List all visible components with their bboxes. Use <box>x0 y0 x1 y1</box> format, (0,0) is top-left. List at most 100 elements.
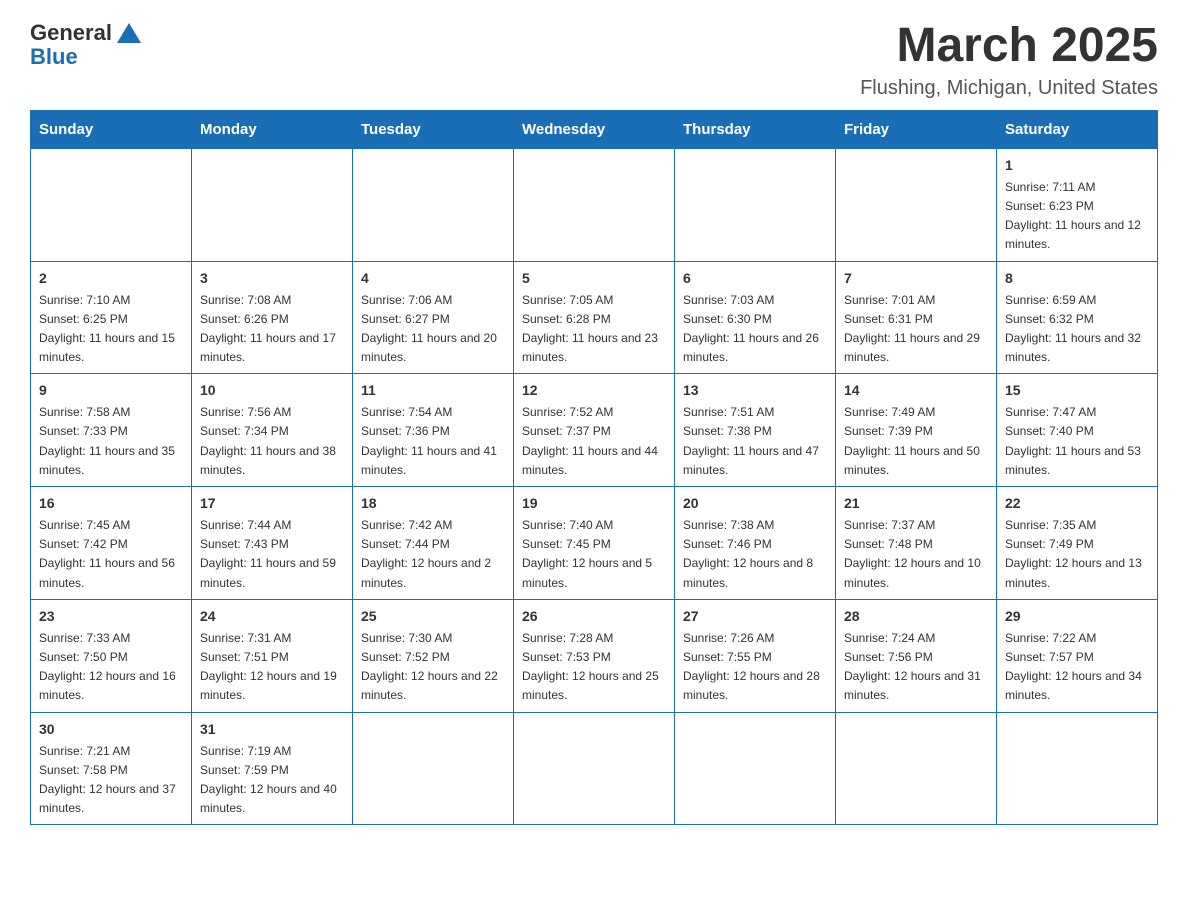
calendar-day-cell: 5Sunrise: 7:05 AM Sunset: 6:28 PM Daylig… <box>514 261 675 374</box>
calendar-day-cell <box>836 712 997 825</box>
day-number: 22 <box>1005 493 1149 514</box>
day-info: Sunrise: 7:08 AM Sunset: 6:26 PM Dayligh… <box>200 293 336 365</box>
calendar-day-cell: 6 Sunrise: 7:03 AM Sunset: 6:30 PM Daylig… <box>675 261 836 374</box>
day-info: Sunrise: 7:01 AM Sunset: 6:31 PM Dayligh… <box>844 293 980 365</box>
calendar-day-cell <box>192 148 353 261</box>
day-info: Sunrise: 7:49 AM Sunset: 7:39 PM Dayligh… <box>844 405 980 477</box>
logo-general-text: General <box>30 20 112 46</box>
day-info: Sunrise: 7:28 AM Sunset: 7:53 PM Dayligh… <box>522 631 659 703</box>
day-of-week-header: Monday <box>192 110 353 148</box>
day-number: 20 <box>683 493 827 514</box>
day-number: 14 <box>844 380 988 401</box>
logo: General Blue <box>30 20 141 70</box>
calendar-day-cell: 7 Sunrise: 7:01 AM Sunset: 6:31 PM Daylig… <box>836 261 997 374</box>
day-info: Sunrise: 7:47 AM Sunset: 7:40 PM Dayligh… <box>1005 405 1141 477</box>
day-info: Sunrise: 7:38 AM Sunset: 7:46 PM Dayligh… <box>683 518 813 590</box>
day-number: 24 <box>200 606 344 627</box>
calendar-day-cell: 23 Sunrise: 7:33 AM Sunset: 7:50 PM Dayli… <box>31 599 192 712</box>
calendar-day-cell: 16 Sunrise: 7:45 AM Sunset: 7:42 PM Dayli… <box>31 487 192 600</box>
day-info: Sunrise: 7:44 AM Sunset: 7:43 PM Dayligh… <box>200 518 336 590</box>
calendar-day-cell <box>675 712 836 825</box>
day-info: Sunrise: 7:03 AM Sunset: 6:30 PM Dayligh… <box>683 293 819 365</box>
calendar-day-cell <box>31 148 192 261</box>
calendar-day-cell: 13Sunrise: 7:51 AM Sunset: 7:38 PM Dayli… <box>675 374 836 487</box>
logo-blue-text: Blue <box>30 44 78 70</box>
day-number: 19 <box>522 493 666 514</box>
day-number: 17 <box>200 493 344 514</box>
calendar-day-cell <box>997 712 1158 825</box>
day-number: 29 <box>1005 606 1149 627</box>
day-number: 9 <box>39 380 183 401</box>
calendar-day-cell: 4 Sunrise: 7:06 AM Sunset: 6:27 PM Daylig… <box>353 261 514 374</box>
day-of-week-header: Saturday <box>997 110 1158 148</box>
day-info: Sunrise: 7:24 AM Sunset: 7:56 PM Dayligh… <box>844 631 981 703</box>
calendar-week-row: 2 Sunrise: 7:10 AM Sunset: 6:25 PM Daylig… <box>31 261 1158 374</box>
calendar-week-row: 1Sunrise: 7:11 AM Sunset: 6:23 PM Daylig… <box>31 148 1158 261</box>
day-number: 27 <box>683 606 827 627</box>
calendar-day-cell: 14 Sunrise: 7:49 AM Sunset: 7:39 PM Dayli… <box>836 374 997 487</box>
day-number: 7 <box>844 268 988 289</box>
calendar-day-cell: 29 Sunrise: 7:22 AM Sunset: 7:57 PM Dayli… <box>997 599 1158 712</box>
calendar-day-cell: 26Sunrise: 7:28 AM Sunset: 7:53 PM Dayli… <box>514 599 675 712</box>
calendar-day-cell: 12 Sunrise: 7:52 AM Sunset: 7:37 PM Dayli… <box>514 374 675 487</box>
calendar-day-cell: 1Sunrise: 7:11 AM Sunset: 6:23 PM Daylig… <box>997 148 1158 261</box>
day-number: 15 <box>1005 380 1149 401</box>
day-info: Sunrise: 7:37 AM Sunset: 7:48 PM Dayligh… <box>844 518 981 590</box>
calendar-day-cell <box>353 712 514 825</box>
calendar-day-cell: 18Sunrise: 7:42 AM Sunset: 7:44 PM Dayli… <box>353 487 514 600</box>
calendar-day-cell: 10 Sunrise: 7:56 AM Sunset: 7:34 PM Dayli… <box>192 374 353 487</box>
calendar-day-cell: 20 Sunrise: 7:38 AM Sunset: 7:46 PM Dayli… <box>675 487 836 600</box>
calendar-day-cell <box>514 148 675 261</box>
day-number: 31 <box>200 719 344 740</box>
day-info: Sunrise: 7:33 AM Sunset: 7:50 PM Dayligh… <box>39 631 176 703</box>
calendar-day-cell <box>514 712 675 825</box>
location-subtitle: Flushing, Michigan, United States <box>860 77 1158 100</box>
day-info: Sunrise: 7:05 AM Sunset: 6:28 PM Dayligh… <box>522 293 658 365</box>
calendar-day-cell <box>675 148 836 261</box>
calendar-header-row: SundayMondayTuesdayWednesdayThursdayFrid… <box>31 110 1158 148</box>
month-title: March 2025 <box>860 20 1158 73</box>
calendar-week-row: 30 Sunrise: 7:21 AM Sunset: 7:58 PM Dayli… <box>31 712 1158 825</box>
day-number: 11 <box>361 380 505 401</box>
day-number: 4 <box>361 268 505 289</box>
day-number: 6 <box>683 268 827 289</box>
day-number: 8 <box>1005 268 1149 289</box>
day-number: 2 <box>39 268 183 289</box>
day-info: Sunrise: 7:21 AM Sunset: 7:58 PM Dayligh… <box>39 744 176 816</box>
page-header: General Blue March 2025 Flushing, Michig… <box>30 20 1158 100</box>
day-info: Sunrise: 7:52 AM Sunset: 7:37 PM Dayligh… <box>522 405 658 477</box>
day-info: Sunrise: 7:31 AM Sunset: 7:51 PM Dayligh… <box>200 631 337 703</box>
calendar-day-cell <box>836 148 997 261</box>
day-number: 23 <box>39 606 183 627</box>
calendar-day-cell: 27Sunrise: 7:26 AM Sunset: 7:55 PM Dayli… <box>675 599 836 712</box>
day-number: 1 <box>1005 155 1149 176</box>
day-of-week-header: Thursday <box>675 110 836 148</box>
calendar-day-cell: 9 Sunrise: 7:58 AM Sunset: 7:33 PM Daylig… <box>31 374 192 487</box>
day-of-week-header: Sunday <box>31 110 192 148</box>
day-of-week-header: Friday <box>836 110 997 148</box>
day-info: Sunrise: 7:06 AM Sunset: 6:27 PM Dayligh… <box>361 293 497 365</box>
day-info: Sunrise: 7:54 AM Sunset: 7:36 PM Dayligh… <box>361 405 497 477</box>
calendar-day-cell: 24 Sunrise: 7:31 AM Sunset: 7:51 PM Dayli… <box>192 599 353 712</box>
day-number: 13 <box>683 380 827 401</box>
day-number: 16 <box>39 493 183 514</box>
day-info: Sunrise: 7:22 AM Sunset: 7:57 PM Dayligh… <box>1005 631 1142 703</box>
calendar-week-row: 9 Sunrise: 7:58 AM Sunset: 7:33 PM Daylig… <box>31 374 1158 487</box>
logo-triangle-icon <box>117 23 141 43</box>
calendar-table: SundayMondayTuesdayWednesdayThursdayFrid… <box>30 110 1158 826</box>
day-info: Sunrise: 7:58 AM Sunset: 7:33 PM Dayligh… <box>39 405 175 477</box>
day-number: 12 <box>522 380 666 401</box>
calendar-week-row: 16 Sunrise: 7:45 AM Sunset: 7:42 PM Dayli… <box>31 487 1158 600</box>
day-number: 10 <box>200 380 344 401</box>
day-info: Sunrise: 7:45 AM Sunset: 7:42 PM Dayligh… <box>39 518 175 590</box>
calendar-day-cell: 31Sunrise: 7:19 AM Sunset: 7:59 PM Dayli… <box>192 712 353 825</box>
day-info: Sunrise: 7:10 AM Sunset: 6:25 PM Dayligh… <box>39 293 175 365</box>
calendar-day-cell: 8 Sunrise: 6:59 AM Sunset: 6:32 PM Daylig… <box>997 261 1158 374</box>
day-number: 30 <box>39 719 183 740</box>
day-info: Sunrise: 6:59 AM Sunset: 6:32 PM Dayligh… <box>1005 293 1141 365</box>
calendar-day-cell: 2 Sunrise: 7:10 AM Sunset: 6:25 PM Daylig… <box>31 261 192 374</box>
day-info: Sunrise: 7:56 AM Sunset: 7:34 PM Dayligh… <box>200 405 336 477</box>
day-number: 18 <box>361 493 505 514</box>
day-number: 3 <box>200 268 344 289</box>
day-number: 28 <box>844 606 988 627</box>
